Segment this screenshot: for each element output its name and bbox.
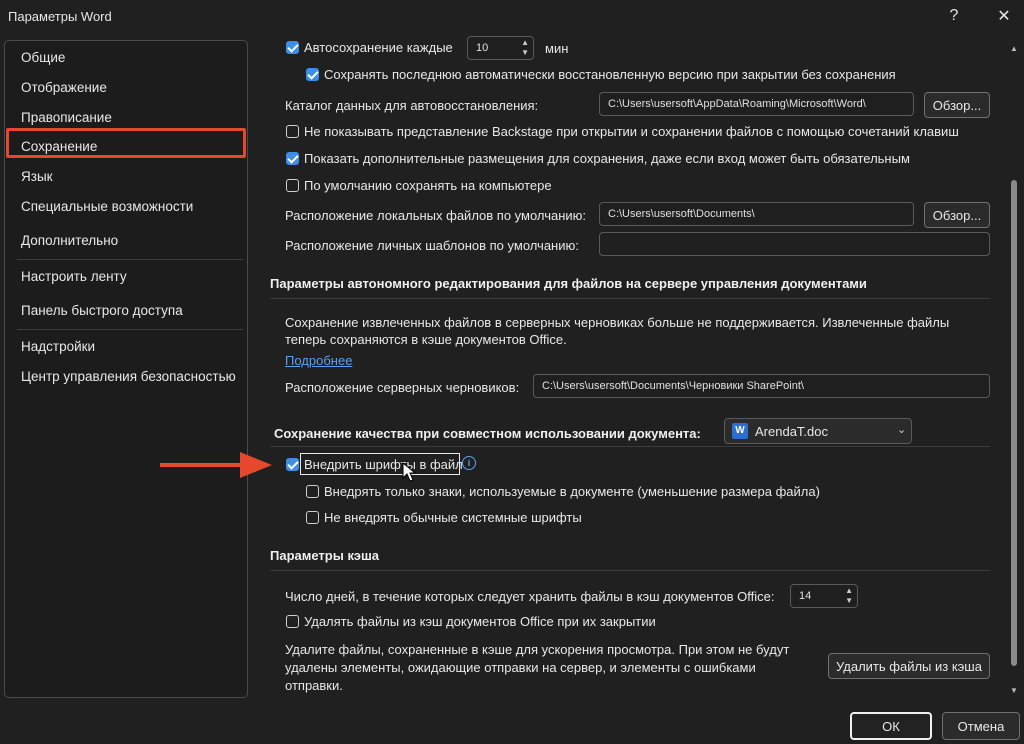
- scrollbar-thumb[interactable]: [1011, 180, 1017, 666]
- delete-info-line1: Удалите файлы, сохраненные в кэше для ус…: [285, 642, 790, 657]
- sidebar-item-display[interactable]: Отображение: [21, 80, 107, 95]
- cache-days-value: 14: [799, 590, 812, 602]
- offline-info-line1: Сохранение извлеченных файлов в серверны…: [285, 315, 950, 330]
- sidebar-divider: [17, 259, 243, 260]
- keep-last-version-label: Сохранять последнюю автоматически восста…: [324, 67, 896, 82]
- cache-days-stepper[interactable]: 14 ▲ ▼: [790, 584, 858, 608]
- templates-label: Расположение личных шаблонов по умолчани…: [285, 238, 579, 253]
- embed-fonts-label: Внедрить шрифты в файл: [304, 457, 463, 472]
- show-locations-checkbox[interactable]: [286, 152, 299, 165]
- more-info-link[interactable]: Подробнее: [285, 353, 352, 368]
- window-title: Параметры Word: [8, 9, 112, 24]
- autosave-label: Автосохранение каждые: [304, 40, 453, 55]
- sidebar-item-proofing[interactable]: Правописание: [21, 110, 112, 125]
- sidebar-item-quick-access[interactable]: Панель быстрого доступа: [21, 303, 183, 318]
- section-divider: [270, 570, 990, 571]
- sidebar-divider: [17, 329, 243, 330]
- delete-info-line2: удалены элементы, ожидающие отправки на …: [285, 660, 756, 675]
- section-divider: [270, 298, 990, 299]
- fidelity-section-header: Сохранение качества при совместном испол…: [274, 426, 701, 441]
- sidebar-item-customize-ribbon[interactable]: Настроить ленту: [21, 269, 127, 284]
- chevron-down-icon: ⌄: [897, 424, 907, 436]
- delete-info-line3: отправки.: [285, 678, 343, 693]
- show-locations-label: Показать дополнительные размещения для с…: [304, 151, 910, 166]
- sidebar-item-trust-center[interactable]: Центр управления безопасностью: [21, 369, 236, 384]
- close-icon[interactable]: ✕: [986, 2, 1022, 30]
- autosave-unit: мин: [545, 41, 569, 56]
- sidebar-item-accessibility[interactable]: Специальные возможности: [21, 199, 193, 214]
- drafts-path-field[interactable]: C:\Users\usersoft\Documents\Черновики Sh…: [533, 374, 990, 398]
- sidebar-item-language[interactable]: Язык: [21, 169, 53, 184]
- mouse-cursor-icon: [402, 462, 416, 482]
- section-divider: [270, 446, 990, 447]
- help-icon[interactable]: ?: [936, 2, 972, 30]
- save-to-computer-checkbox[interactable]: [286, 179, 299, 192]
- templates-field[interactable]: [599, 232, 990, 256]
- cache-section-header: Параметры кэша: [270, 548, 380, 563]
- ok-button[interactable]: ОК: [850, 712, 932, 740]
- save-to-computer-label: По умолчанию сохранять на компьютере: [304, 178, 552, 193]
- local-location-field[interactable]: C:\Users\usersoft\Documents\: [599, 202, 914, 226]
- document-select-value: ArendaT.doc: [755, 424, 828, 439]
- sidebar-item-advanced[interactable]: Дополнительно: [21, 233, 118, 248]
- autorecover-browse-button[interactable]: Обзор...: [924, 92, 990, 118]
- info-icon[interactable]: i: [462, 456, 476, 470]
- word-document-icon: W: [732, 423, 748, 439]
- autosave-minutes-value: 10: [476, 42, 489, 54]
- autorecover-label: Каталог данных для автовосстановления:: [285, 98, 539, 113]
- embed-fonts-checkbox[interactable]: [286, 458, 299, 471]
- offline-info-line2: теперь сохраняются в кэше документов Off…: [285, 332, 567, 347]
- arrow-right-icon: [160, 452, 272, 478]
- autosave-minutes-stepper[interactable]: 10 ▲ ▼: [467, 36, 534, 60]
- scrollbar[interactable]: ▲ ▼: [1010, 44, 1018, 695]
- sidebar-item-save[interactable]: Сохранение: [21, 139, 97, 154]
- scroll-up-icon[interactable]: ▲: [1010, 44, 1018, 53]
- sidebar: Общие Отображение Правописание Сохранени…: [4, 40, 248, 698]
- no-backstage-checkbox[interactable]: [286, 125, 299, 138]
- local-location-label: Расположение локальных файлов по умолчан…: [285, 208, 587, 223]
- embed-used-only-checkbox[interactable]: [306, 485, 319, 498]
- document-select[interactable]: W ArendaT.doc ⌄: [724, 418, 912, 444]
- scroll-down-icon[interactable]: ▼: [1010, 686, 1018, 695]
- stepper-arrows-icon[interactable]: ▲ ▼: [521, 38, 529, 58]
- offline-section-header: Параметры автономного редактирования для…: [270, 276, 867, 291]
- cancel-button[interactable]: Отмена: [942, 712, 1020, 740]
- autosave-checkbox[interactable]: [286, 41, 299, 54]
- no-backstage-label: Не показывать представление Backstage пр…: [304, 124, 959, 139]
- local-location-browse-button[interactable]: Обзор...: [924, 202, 990, 228]
- stepper-arrows-icon[interactable]: ▲ ▼: [845, 586, 853, 606]
- delete-on-close-label: Удалять файлы из кэш документов Office п…: [304, 614, 656, 629]
- drafts-label: Расположение серверных черновиков:: [285, 380, 520, 395]
- no-system-fonts-checkbox[interactable]: [306, 511, 319, 524]
- cache-days-label: Число дней, в течение которых следует хр…: [285, 589, 775, 604]
- autorecover-path-field[interactable]: C:\Users\usersoft\AppData\Roaming\Micros…: [599, 92, 914, 116]
- no-system-fonts-label: Не внедрять обычные системные шрифты: [324, 510, 582, 525]
- delete-cache-button[interactable]: Удалить файлы из кэша: [828, 653, 990, 679]
- embed-used-only-label: Внедрять только знаки, используемые в до…: [324, 484, 820, 499]
- sidebar-item-general[interactable]: Общие: [21, 50, 65, 65]
- delete-on-close-checkbox[interactable]: [286, 615, 299, 628]
- keep-last-version-checkbox[interactable]: [306, 68, 319, 81]
- sidebar-item-addins[interactable]: Надстройки: [21, 339, 95, 354]
